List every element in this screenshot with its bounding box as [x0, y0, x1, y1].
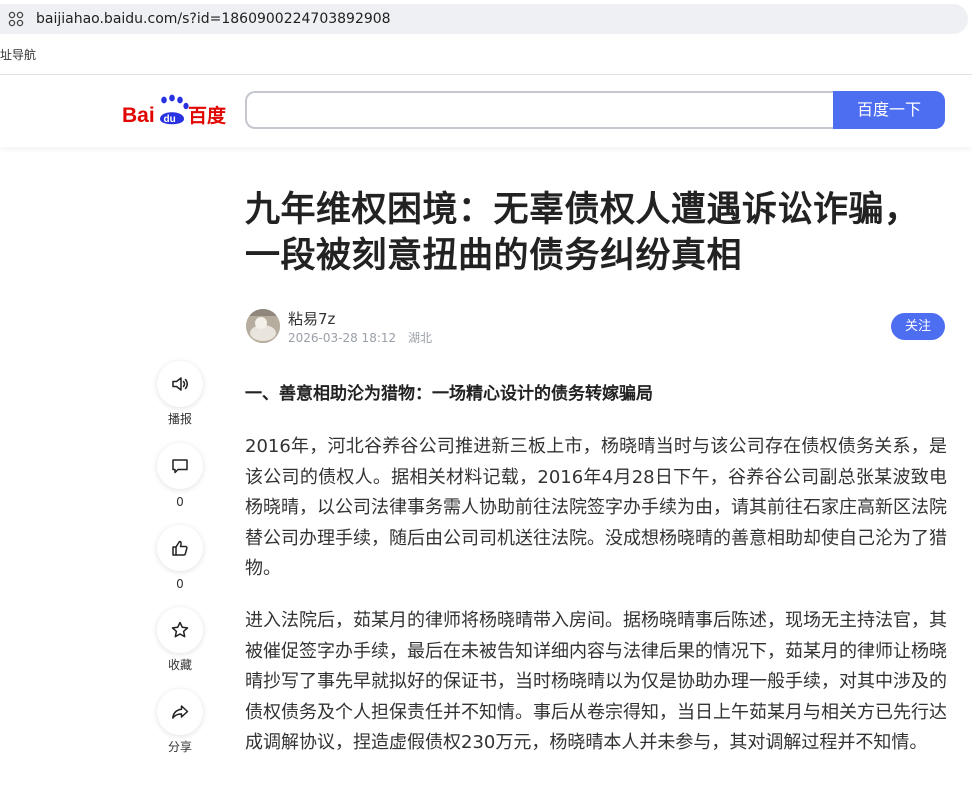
favorite-label: 收藏: [167, 658, 192, 672]
favorite-button[interactable]: [157, 607, 203, 653]
publish-location: 湖北: [407, 331, 432, 345]
share-label: 分享: [167, 740, 192, 754]
author-meta: 2026-03-28 18:12 湖北: [288, 330, 432, 346]
search-button[interactable]: 百度一下: [833, 91, 945, 129]
article-title: 九年维权困境：无辜债权人遭遇诉讼诈骗，一段被刻意扭曲的债务纠纷真相: [245, 190, 920, 276]
share-button[interactable]: [157, 689, 203, 735]
svg-text:百度: 百度: [188, 104, 227, 127]
like-button[interactable]: [157, 525, 203, 571]
publish-date: 2026-03-28 18:12: [288, 331, 397, 345]
bookmarks-bar: 址导航: [0, 40, 972, 72]
author-name[interactable]: 粘易7z: [288, 309, 335, 329]
article-paragraph-1: 2016年，河北谷养谷公司推进新三板上市，杨晓晴当时与该公司存在债权债务关系，是…: [245, 436, 947, 579]
author-avatar[interactable]: [246, 309, 280, 343]
url-text[interactable]: baijiahao.baidu.com/s?id=186090022470389…: [36, 10, 391, 28]
article-paragraph-2: 进入法院后，茹某月的律师将杨晓晴带入房间。据杨晓晴事后陈述，现场无主持法官，其被…: [245, 610, 947, 753]
comment-button[interactable]: [157, 443, 203, 489]
avatar-image: [246, 309, 280, 343]
follow-button[interactable]: 关注: [891, 313, 945, 340]
baidu-logo[interactable]: Bai du 百度: [122, 92, 228, 130]
search-box[interactable]: [245, 91, 835, 129]
listen-button[interactable]: [157, 361, 203, 407]
search-input[interactable]: [259, 97, 823, 125]
comment-count: 0: [176, 495, 184, 509]
like-count: 0: [176, 577, 184, 591]
baidu-header: Bai du 百度 百度一下: [0, 75, 972, 147]
share-icon: [172, 705, 189, 719]
star-icon: [171, 621, 189, 638]
address-bar[interactable]: baijiahao.baidu.com/s?id=186090022470389…: [0, 4, 968, 34]
svg-text:du: du: [164, 114, 176, 125]
section-heading: 一、善意相助沦为猎物：一场精心设计的债务转嫁骗局: [245, 384, 653, 404]
svg-text:Bai: Bai: [122, 104, 155, 127]
speaker-icon: [172, 377, 188, 391]
site-settings-icon[interactable]: [8, 11, 24, 27]
page: baijiahao.baidu.com/s?id=186090022470389…: [0, 0, 972, 798]
listen-label: 播报: [167, 412, 192, 426]
thumbs-up-icon: [172, 540, 188, 556]
comment-icon: [172, 459, 188, 474]
bookmark-site-nav[interactable]: 址导航: [0, 47, 36, 63]
